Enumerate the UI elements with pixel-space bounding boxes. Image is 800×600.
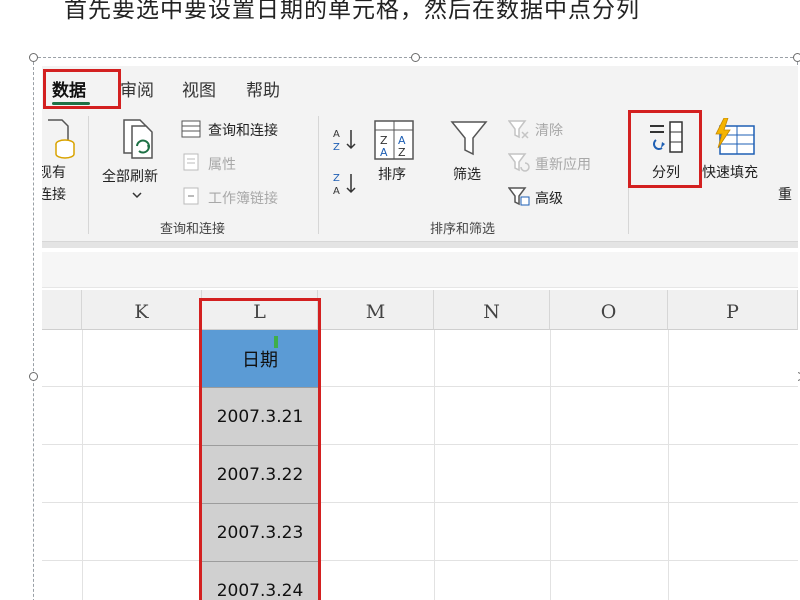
workbook-links-icon: [183, 187, 199, 205]
column-header-p[interactable]: P: [668, 290, 798, 330]
chevron-down-icon[interactable]: [132, 192, 142, 200]
grid-line: [42, 560, 798, 561]
tab-view[interactable]: 视图: [182, 76, 216, 101]
column-header-k[interactable]: K: [82, 290, 202, 330]
filter-label[interactable]: 筛选: [453, 164, 481, 184]
highlight-column-l: [199, 298, 321, 600]
clear-label[interactable]: 清除: [535, 120, 563, 140]
svg-text:Z: Z: [333, 142, 340, 153]
text-to-columns-label[interactable]: 分列: [652, 162, 680, 182]
resize-handle-top-right[interactable]: [793, 53, 800, 62]
sort-label[interactable]: 排序: [378, 164, 406, 184]
existing-connections-line2[interactable]: 连接: [42, 184, 66, 204]
group-divider: [88, 116, 89, 234]
resize-handle-middle-left[interactable]: [29, 372, 38, 381]
database-icon: [48, 119, 75, 159]
reapply-label[interactable]: 重新应用: [535, 154, 591, 174]
formula-bar-area: [42, 252, 798, 288]
svg-text:A: A: [333, 186, 340, 197]
svg-text:A: A: [333, 129, 340, 140]
existing-connections-line1[interactable]: 现有: [42, 162, 66, 182]
ribbon: 数据 审阅 视图 帮助 现有 连接 全部刷新 查询和连接 属性 工作簿链接 查询…: [42, 66, 798, 242]
reapply-icon: [508, 153, 530, 172]
query-connections-label[interactable]: 查询和连接: [208, 120, 278, 140]
sort-dialog-icon[interactable]: Z A A Z: [374, 120, 414, 160]
tab-review[interactable]: 审阅: [120, 76, 154, 101]
flash-fill-label[interactable]: 快速填充: [702, 162, 758, 182]
grid-line: [42, 444, 798, 445]
query-connections-icon: [181, 120, 201, 138]
grid-line: [42, 386, 798, 387]
filter-funnel-icon[interactable]: [450, 120, 488, 158]
sort-az-icon[interactable]: A Z: [332, 126, 358, 154]
sort-za-icon[interactable]: Z A: [332, 170, 358, 198]
svg-text:A: A: [380, 146, 388, 159]
advanced-filter-icon: [508, 187, 530, 206]
tab-help[interactable]: 帮助: [246, 76, 280, 101]
properties-icon: [183, 153, 199, 171]
workbook-links-label[interactable]: 工作簿链接: [208, 188, 278, 208]
column-header-n[interactable]: N: [434, 290, 550, 330]
spreadsheet-screenshot: 数据 审阅 视图 帮助 现有 连接 全部刷新 查询和连接 属性 工作簿链接 查询…: [42, 66, 798, 600]
properties-label[interactable]: 属性: [208, 154, 236, 174]
group-label-sort-filter: 排序和筛选: [430, 222, 496, 237]
resize-handle-top-middle[interactable]: [411, 53, 420, 62]
column-header-m[interactable]: M: [318, 290, 434, 330]
resize-handle-top-left[interactable]: [29, 53, 38, 62]
refresh-all-icon[interactable]: [120, 118, 160, 162]
instruction-caption: 首先要选中要设置日期的单元格，然后在数据中点分列: [64, 0, 640, 23]
text-to-columns-icon[interactable]: [646, 118, 686, 158]
ribbon-shadow: [42, 242, 798, 248]
highlight-tab-data: [43, 69, 121, 109]
svg-text:Z: Z: [398, 146, 406, 159]
group-divider: [318, 116, 319, 234]
advanced-label[interactable]: 高级: [535, 188, 563, 208]
column-header-prev: [42, 290, 82, 330]
refresh-all-label[interactable]: 全部刷新: [102, 166, 158, 186]
grid-line: [42, 502, 798, 503]
cut-off-ribbon-label[interactable]: 重: [778, 184, 792, 204]
svg-text:Z: Z: [333, 173, 340, 184]
column-header-o[interactable]: O: [550, 290, 668, 330]
group-label-query-connections: 查询和连接: [160, 222, 226, 237]
clear-filter-icon: [508, 120, 529, 139]
flash-fill-icon[interactable]: [712, 118, 758, 158]
